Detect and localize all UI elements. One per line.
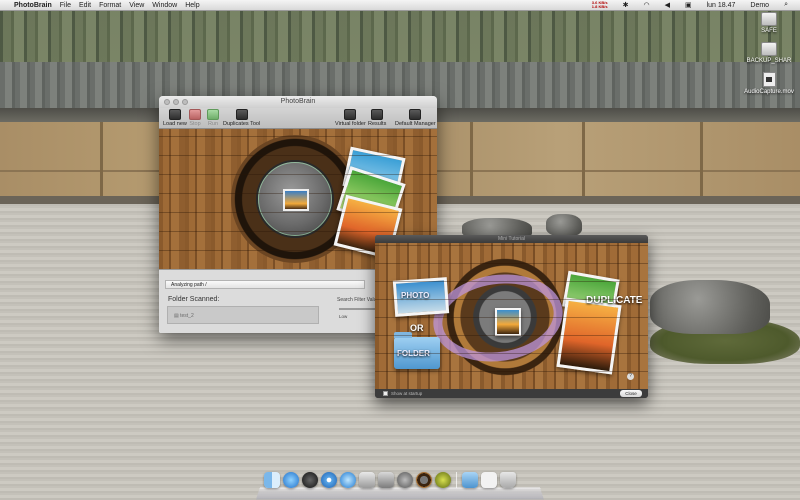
analyzing-status: Analyzing path / bbox=[165, 280, 365, 289]
menu-format[interactable]: Format bbox=[99, 2, 121, 9]
wifi-icon[interactable]: ◠ bbox=[643, 1, 649, 9]
tutorial-title: Mini Tutorial bbox=[375, 235, 648, 243]
search-filter-label: Search Filter Valu bbox=[337, 297, 377, 303]
finder-icon[interactable] bbox=[264, 472, 280, 488]
window-title: PhotoBrain bbox=[280, 98, 316, 105]
photo-stack-icon bbox=[562, 270, 620, 316]
results-button[interactable]: Results bbox=[368, 109, 386, 127]
menu-view[interactable]: View bbox=[129, 2, 144, 9]
mini-tutorial-panel: Mini Tutorial PHOTO OR FOLDER DUPLICATE … bbox=[375, 235, 648, 398]
photo-icon bbox=[392, 277, 450, 317]
clock[interactable]: lun 18.47 bbox=[707, 2, 736, 9]
bluetooth-icon[interactable]: ✱ bbox=[623, 1, 629, 9]
lens-photo-icon bbox=[283, 189, 309, 211]
gear-icon[interactable] bbox=[435, 472, 451, 488]
list-item: test_2 bbox=[180, 313, 194, 319]
app-store-icon[interactable] bbox=[283, 472, 299, 488]
dock bbox=[256, 470, 544, 500]
virtual-folder-icon bbox=[344, 109, 357, 120]
desktop-icon-safe[interactable]: SAFE bbox=[739, 12, 799, 34]
drive-icon bbox=[761, 42, 777, 56]
show-at-startup-label: Show at startup bbox=[391, 391, 423, 396]
spotlight-icon[interactable]: ⌕ bbox=[784, 1, 788, 9]
drive-icon bbox=[761, 12, 777, 26]
zoom-window-button[interactable] bbox=[182, 99, 188, 105]
tutorial-wood-background: PHOTO OR FOLDER DUPLICATE ? bbox=[375, 243, 648, 389]
window-titlebar[interactable]: PhotoBrain bbox=[159, 96, 437, 108]
duplicate-label: DUPLICATE bbox=[586, 295, 643, 306]
menu-window[interactable]: Window bbox=[152, 2, 177, 9]
filter-low-label: Low bbox=[339, 314, 348, 319]
cycle-arrow-icon bbox=[427, 266, 569, 370]
keyboard-flag-icon[interactable]: ▣ bbox=[685, 1, 692, 9]
lens-icon bbox=[445, 257, 565, 377]
show-at-startup-checkbox[interactable] bbox=[383, 391, 388, 396]
run-button[interactable]: Run bbox=[207, 109, 219, 127]
close-window-button[interactable] bbox=[164, 99, 170, 105]
search-filter-slider[interactable] bbox=[339, 308, 379, 310]
dashboard-icon[interactable] bbox=[302, 472, 318, 488]
folder-scanned-label: Folder Scanned: bbox=[168, 296, 220, 303]
stop-icon bbox=[189, 109, 201, 120]
volume-icon[interactable]: ◀ bbox=[665, 1, 670, 9]
photobrain-icon[interactable] bbox=[416, 472, 432, 488]
document-icon[interactable] bbox=[481, 472, 497, 488]
safari-icon[interactable] bbox=[321, 472, 337, 488]
desktop-icon-backup[interactable]: BACKUP_SHAR bbox=[739, 42, 799, 64]
lens-photo-icon bbox=[495, 308, 521, 336]
folder-icon bbox=[394, 332, 440, 369]
load-icon bbox=[168, 109, 181, 120]
results-icon bbox=[371, 109, 384, 120]
folder-label: FOLDER bbox=[397, 349, 430, 358]
tutorial-footer: Show at startup Close bbox=[375, 389, 648, 398]
itunes-icon[interactable] bbox=[340, 472, 356, 488]
virtual-folder-button[interactable]: Virtual folder bbox=[335, 109, 366, 127]
minimize-window-button[interactable] bbox=[173, 99, 179, 105]
toolbar: Load new Stop Run Duplicates Tool Virtua… bbox=[159, 108, 437, 129]
menu-extras: 3.6 KB/s 1.8 KB/s ✱ ◠ ◀ ▣ lun 18.47 Demo … bbox=[585, 0, 796, 10]
or-label: OR bbox=[410, 323, 424, 333]
photo-stack-icon bbox=[336, 166, 406, 228]
menu-help[interactable]: Help bbox=[185, 2, 199, 9]
menu-edit[interactable]: Edit bbox=[79, 2, 91, 9]
photo-label: PHOTO bbox=[401, 291, 430, 300]
network-monitor[interactable]: 3.6 KB/s 1.8 KB/s bbox=[592, 1, 608, 9]
system-preferences-icon[interactable] bbox=[397, 472, 413, 488]
menu-bar: PhotoBrain File Edit Format View Window … bbox=[0, 0, 800, 11]
folder-icon[interactable] bbox=[462, 472, 478, 488]
run-icon bbox=[207, 109, 219, 120]
photo-booth-icon[interactable] bbox=[378, 472, 394, 488]
menu-app-name[interactable]: PhotoBrain bbox=[14, 2, 52, 9]
trash-icon[interactable] bbox=[500, 472, 516, 488]
help-button[interactable]: ? bbox=[627, 373, 634, 380]
desktop-icon-audiocapture[interactable]: AudioCapture.mov bbox=[739, 72, 799, 95]
duplicates-icon bbox=[235, 109, 248, 120]
preview-icon[interactable] bbox=[359, 472, 375, 488]
scanned-folder-list[interactable]: ▤ test_2 bbox=[167, 306, 319, 324]
movie-file-icon bbox=[762, 72, 776, 87]
load-new-button[interactable]: Load new bbox=[163, 109, 187, 127]
menu-file[interactable]: File bbox=[60, 2, 71, 9]
photo-stack-icon bbox=[556, 297, 622, 375]
close-button[interactable]: Close bbox=[620, 390, 642, 397]
stop-button[interactable]: Stop bbox=[189, 109, 201, 127]
default-manager-icon bbox=[409, 109, 422, 120]
default-manager-button[interactable]: Default Manager bbox=[395, 109, 436, 127]
photo-stack-icon bbox=[342, 146, 406, 198]
duplicates-tool-button[interactable]: Duplicates Tool bbox=[223, 109, 260, 127]
user-name[interactable]: Demo bbox=[750, 2, 769, 9]
